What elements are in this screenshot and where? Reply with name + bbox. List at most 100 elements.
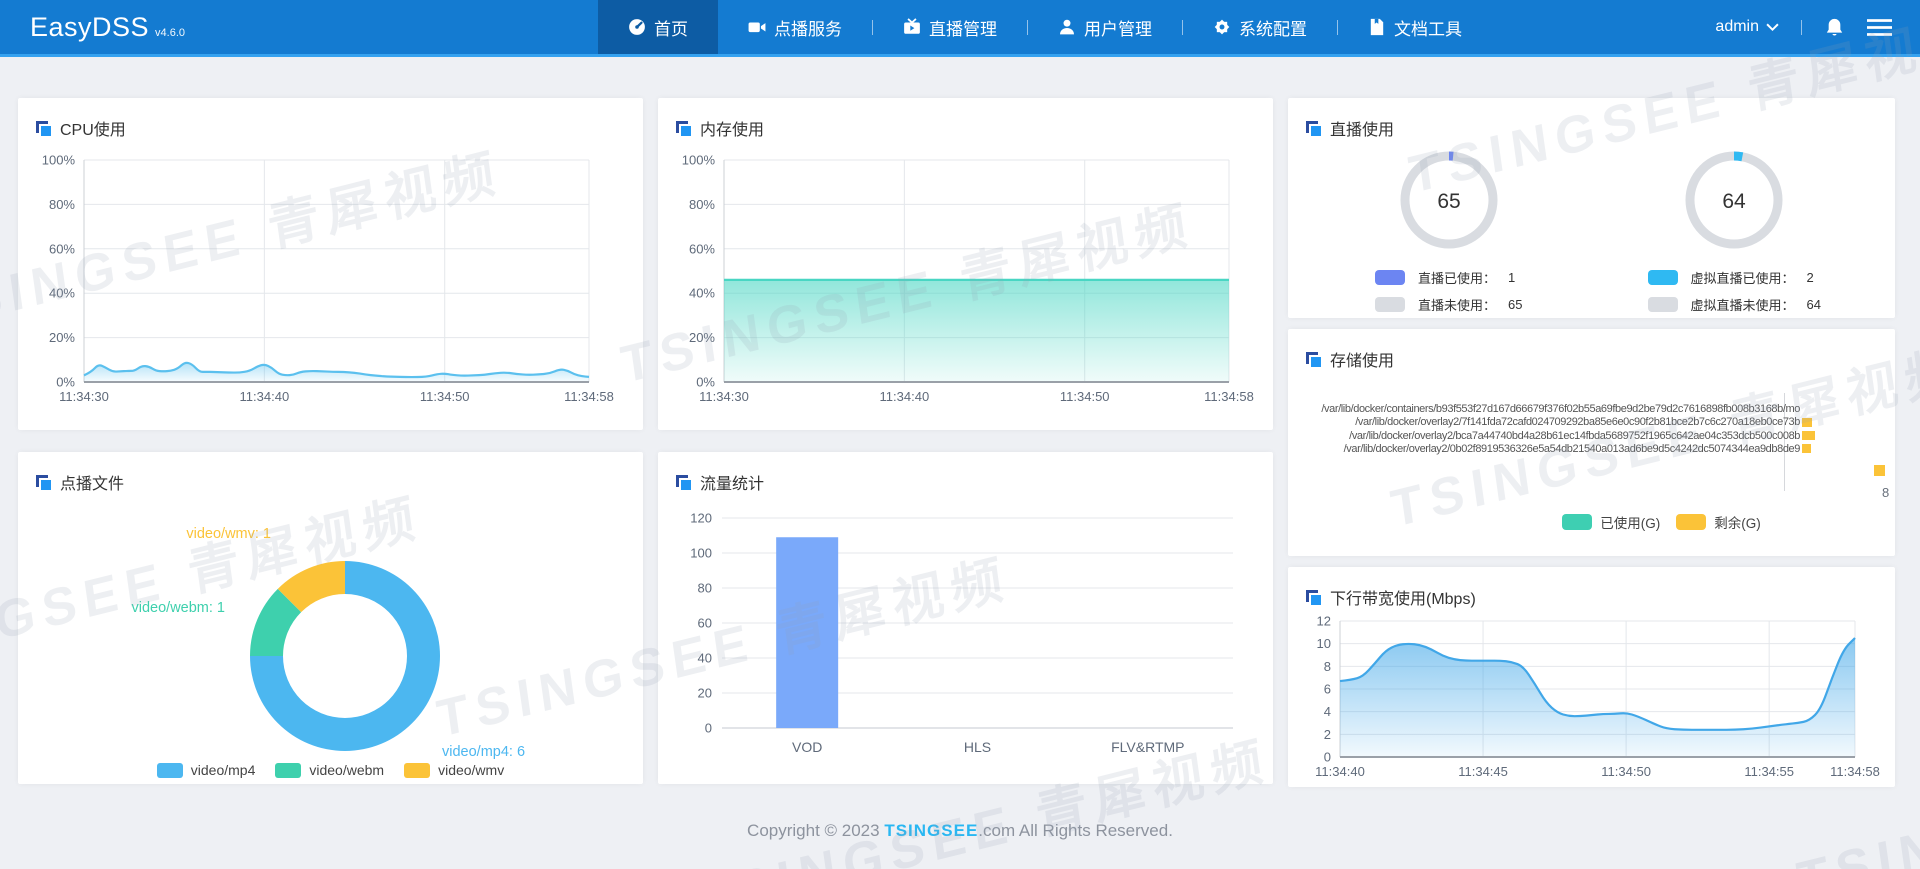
panel-title: 直播使用 <box>1330 122 1395 139</box>
nav-item-system-config[interactable]: 系统配置 <box>1183 0 1337 54</box>
svg-text:11:34:58: 11:34:58 <box>1830 764 1880 779</box>
copyright-text: Copyright © 2023 <box>747 821 885 840</box>
navbar: EasyDSS v4.6.0 首页 点播服务 直播管理 用户管理 系统配置 文档… <box>0 0 1920 57</box>
chevron-down-icon <box>1766 23 1779 32</box>
traffic-bar-chart[interactable]: 0 20 40 60 80 100 120 VOD HLS FLV&RTMP <box>676 498 1261 770</box>
dashboard-icon <box>628 18 646 36</box>
user-menu[interactable]: admin <box>1715 18 1779 36</box>
svg-text:11:34:50: 11:34:50 <box>1060 389 1110 404</box>
legend-label: 直播未使用： <box>1418 298 1497 313</box>
video-camera-icon <box>748 18 766 36</box>
svg-text:0: 0 <box>1324 750 1331 765</box>
legend-swatch <box>404 762 431 778</box>
virtual-live-gauge-ring[interactable]: 64 <box>1679 148 1789 252</box>
storage-bar-fragment <box>1874 465 1885 476</box>
live-usage-panel: 直播使用 65 直播已使用： 1 直播未使用： 65 64 虚拟直播已使用： 2… <box>1288 98 1895 318</box>
panel-chart-icon <box>1306 589 1321 605</box>
panel-title: 内存使用 <box>700 122 765 139</box>
svg-text:0: 0 <box>705 721 712 736</box>
storage-usage-panel: 存储使用 /var/lib/docker/containers/b93f553f… <box>1288 329 1895 556</box>
nav-item-user-management[interactable]: 用户管理 <box>1028 0 1182 54</box>
svg-text:11:34:50: 11:34:50 <box>420 389 470 404</box>
panel-header: 下行带宽使用(Mbps) <box>1306 585 1877 609</box>
legend-label: video/mp4 <box>190 762 256 778</box>
nav-item-label: 文档工具 <box>1394 19 1462 39</box>
legend-item-remaining[interactable]: 剩余(G) <box>1676 512 1761 532</box>
storage-legend: 已使用(G) 剩余(G) <box>1358 512 1895 532</box>
live-gauge-ring[interactable]: 65 <box>1394 148 1504 252</box>
legend-row: 虚拟直播未使用： 64 <box>1647 291 1821 318</box>
panel-chart-icon <box>36 474 51 490</box>
memory-usage-panel: 内存使用 0% 20% 40% 60% 80% 100% 11:34:30 11:34:40 1… <box>658 98 1273 430</box>
app-logo[interactable]: EasyDSS v4.6.0 <box>30 12 185 43</box>
legend-label: video/webm <box>309 762 385 778</box>
panel-title: 流量统计 <box>700 476 765 493</box>
legend-label: 直播已使用： <box>1418 271 1497 286</box>
svg-text:6: 6 <box>1324 682 1331 697</box>
svg-text:100%: 100% <box>42 153 76 168</box>
legend-item-webm[interactable]: video/webm <box>275 762 384 778</box>
copyright-footer: Copyright © 2023 TSINGSEE.com All Rights… <box>0 821 1920 841</box>
legend-swatch <box>1676 514 1707 530</box>
legend-swatch <box>1375 270 1405 285</box>
hamburger-menu-icon[interactable] <box>1867 18 1892 37</box>
svg-text:65: 65 <box>1437 190 1460 213</box>
svg-text:100: 100 <box>690 546 712 561</box>
svg-text:FLV&RTMP: FLV&RTMP <box>1111 739 1184 755</box>
svg-text:11:34:50: 11:34:50 <box>1601 764 1651 779</box>
panel-header: CPU使用 <box>36 116 625 140</box>
bell-icon[interactable] <box>1824 17 1845 38</box>
nav-item-label: 首页 <box>654 19 688 39</box>
storage-clipped-tick: 8 <box>1882 485 1890 500</box>
svg-text:80: 80 <box>698 581 712 596</box>
panel-header: 点播文件 <box>36 470 625 494</box>
live-tv-icon <box>903 18 921 36</box>
legend-item-used[interactable]: 已使用(G) <box>1562 512 1660 532</box>
legend-value: 65 <box>1508 297 1523 312</box>
svg-text:11:34:45: 11:34:45 <box>1458 764 1508 779</box>
legend-swatch <box>156 762 183 778</box>
panel-title: 点播文件 <box>60 476 125 493</box>
svg-text:11:34:30: 11:34:30 <box>59 389 109 404</box>
svg-text:80%: 80% <box>689 197 715 212</box>
legend-swatch <box>1647 297 1678 312</box>
storage-path-list: /var/lib/docker/containers/b93f553f27d16… <box>1288 403 1800 457</box>
panel-chart-icon <box>1306 351 1321 367</box>
nav-item-vod-service[interactable]: 点播服务 <box>718 0 872 54</box>
bandwidth-panel: 下行带宽使用(Mbps) 0 2 4 6 8 10 12 11:34:40 11:34:45 11… <box>1288 567 1895 787</box>
document-icon <box>1368 18 1386 36</box>
traffic-stats-panel: 流量统计 0 20 40 60 80 100 120 VOD HLS FLV&RTMP <box>658 452 1273 784</box>
memory-area-chart[interactable]: 0% 20% 40% 60% 80% 100% 11:34:30 11:34:40 11:34:… <box>676 144 1261 416</box>
virtual-live-gauge: 64 虚拟直播已使用： 2 虚拟直播未使用： 64 <box>1592 148 1878 318</box>
legend-item-wmv[interactable]: video/wmv <box>404 762 504 778</box>
panel-title: CPU使用 <box>60 122 126 139</box>
nav-item-doc-tools[interactable]: 文档工具 <box>1338 0 1492 54</box>
legend-value: 64 <box>1806 297 1821 312</box>
svg-text:video/mp4: 6: video/mp4: 6 <box>442 744 525 760</box>
panel-header: 内存使用 <box>676 116 1255 140</box>
svg-text:60: 60 <box>698 616 712 631</box>
nav-item-label: 用户管理 <box>1084 19 1152 39</box>
nav-item-label: 点播服务 <box>774 19 842 39</box>
donut-legend: video/mp4 video/webm video/wmv <box>36 762 625 778</box>
svg-text:100%: 100% <box>682 153 716 168</box>
svg-text:11:34:58: 11:34:58 <box>1204 389 1254 404</box>
panel-title: 存储使用 <box>1330 353 1395 370</box>
vod-files-donut-chart[interactable]: video/mp4: 6 video/webm: 1 video/wmv: 1 <box>36 498 621 760</box>
copyright-text: .com All Rights Reserved. <box>978 821 1173 840</box>
svg-text:80%: 80% <box>49 197 75 212</box>
username: admin <box>1715 18 1759 35</box>
nav-item-label: 系统配置 <box>1239 19 1307 39</box>
svg-text:20: 20 <box>698 686 712 701</box>
brand-logo: TSINGSEE <box>884 821 979 840</box>
legend-item-mp4[interactable]: video/mp4 <box>156 762 256 778</box>
legend-label: 虚拟直播已使用： <box>1690 271 1795 286</box>
bandwidth-area-chart[interactable]: 0 2 4 6 8 10 12 11:34:40 11:34:45 11:34:50 11:34:5… <box>1306 613 1880 787</box>
cpu-usage-panel: CPU使用 0% 20% 40% 60% 80% 100% 11:34:30 11:34:40… <box>18 98 643 430</box>
gear-icon <box>1213 18 1231 36</box>
legend-label: 剩余(G) <box>1714 516 1761 531</box>
nav-item-live-management[interactable]: 直播管理 <box>873 0 1027 54</box>
nav-item-home[interactable]: 首页 <box>598 0 718 54</box>
cpu-line-chart[interactable]: 0% 20% 40% 60% 80% 100% 11:34:30 11:34:40 11:34:… <box>36 144 621 416</box>
legend-value: 2 <box>1806 270 1814 285</box>
